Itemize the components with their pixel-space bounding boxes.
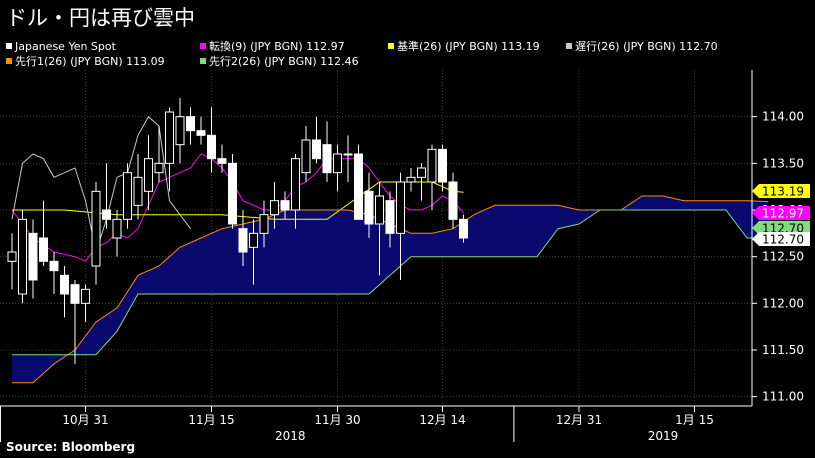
- last-value-tag-chikou: 112.70: [752, 232, 810, 247]
- candle-body: [60, 274, 69, 295]
- candle-body: [144, 158, 153, 192]
- candle-body: [154, 162, 164, 174]
- legend-swatch-kijun: [388, 43, 394, 49]
- candle-body: [291, 158, 300, 211]
- candle-body: [396, 181, 405, 234]
- x-tick-label: 1月 15: [675, 413, 714, 427]
- legend-label-senkou1: 先行1(26) (JPY BGN) 113.09: [15, 55, 165, 68]
- candle-body: [112, 218, 122, 239]
- legend-label-senkou2: 先行2(26) (JPY BGN) 112.46: [209, 55, 359, 68]
- candle-body: [406, 176, 416, 183]
- x-period-label: 2019: [648, 429, 679, 442]
- candle-body: [354, 153, 363, 220]
- y-tick-label: 112.50: [762, 250, 804, 264]
- candle-body: [81, 288, 90, 304]
- candle-body: [417, 167, 426, 178]
- legend-swatch-chikou: [566, 43, 572, 49]
- y-tick-label: 112.00: [762, 296, 804, 310]
- chart-title: ドル・円は再び雲中: [6, 6, 195, 30]
- y-tick-label: 111.00: [762, 390, 804, 404]
- legend-label-chikou: 遅行(26) (JPY BGN) 112.70: [575, 40, 718, 53]
- candle-body: [427, 148, 437, 183]
- candle-body: [217, 158, 227, 164]
- candle-body: [322, 144, 332, 174]
- candle-body: [39, 237, 48, 262]
- candle-body: [133, 176, 143, 206]
- candle-body: [459, 218, 468, 239]
- legend-item-tenkan: 転換(9) (JPY BGN) 112.97: [200, 40, 345, 53]
- legend-swatch-tenkan: [200, 43, 206, 49]
- ichimoku-chart: 111.00111.50112.00112.50113.00113.50114.…: [0, 70, 810, 442]
- candle-body: [375, 195, 384, 225]
- candle-body: [280, 200, 290, 211]
- candle-body: [207, 134, 216, 160]
- legend-item-spot: Japanese Yen Spot: [6, 40, 116, 53]
- legend-label-spot: Japanese Yen Spot: [15, 40, 116, 53]
- x-tick-label: 10月 31: [62, 413, 108, 427]
- source-credit: Source: Bloomberg: [6, 440, 136, 454]
- tag-value: 112.70: [762, 233, 804, 247]
- legend: Japanese Yen Spot 転換(9) (JPY BGN) 112.97…: [0, 40, 815, 70]
- last-value-tag-kijun: 113.19: [752, 184, 810, 199]
- candle-body: [49, 260, 59, 272]
- candle-body: [438, 148, 447, 183]
- candle-body: [91, 190, 101, 267]
- legend-item-senkou2: 先行2(26) (JPY BGN) 112.46: [200, 55, 359, 68]
- candle-body: [186, 116, 195, 132]
- x-period-label: 2018: [275, 429, 306, 442]
- y-tick-label: 111.50: [762, 343, 804, 357]
- candle-body: [70, 284, 80, 304]
- x-tick-label: 12月 14: [419, 413, 465, 427]
- candle-body: [228, 162, 237, 225]
- legend-item-senkou1: 先行1(26) (JPY BGN) 113.09: [6, 55, 165, 68]
- legend-item-kijun: 基準(26) (JPY BGN) 113.19: [388, 40, 540, 53]
- x-tick-label: 11月 30: [314, 413, 360, 427]
- candle-body: [259, 214, 269, 234]
- candle-body: [28, 232, 38, 281]
- legend-swatch-senkou2: [200, 58, 206, 64]
- candle-body: [333, 153, 342, 174]
- candle-body: [123, 172, 132, 220]
- legend-swatch-spot: [6, 43, 12, 49]
- candle-body: [448, 181, 458, 220]
- candle-body: [385, 200, 395, 234]
- candle-body: [165, 111, 174, 164]
- tag-value: 113.19: [762, 185, 804, 199]
- last-value-tags: 113.19112.97112.70112.70: [752, 184, 810, 247]
- legend-label-tenkan: 転換(9) (JPY BGN) 112.97: [209, 40, 345, 53]
- y-tick-label: 113.50: [762, 156, 804, 170]
- legend-item-chikou: 遅行(26) (JPY BGN) 112.70: [566, 40, 718, 53]
- candle-body: [312, 139, 321, 160]
- candle-body: [175, 116, 185, 146]
- candle-body: [18, 218, 27, 295]
- candle-body: [270, 200, 279, 216]
- series-line-chikou: [11, 115, 191, 254]
- candle-body: [196, 130, 206, 136]
- candle-body: [238, 228, 248, 253]
- x-tick-label: 12月 31: [556, 413, 602, 427]
- last-value-tag-tenkan: 112.97: [752, 206, 810, 221]
- x-tick-label: 11月 15: [188, 413, 234, 427]
- candle-body: [364, 190, 374, 225]
- legend-label-kijun: 基準(26) (JPY BGN) 113.19: [397, 40, 540, 53]
- candle-body: [343, 153, 353, 156]
- y-tick-label: 114.00: [762, 110, 804, 124]
- legend-swatch-senkou1: [6, 58, 12, 64]
- candle-body: [7, 251, 17, 262]
- tag-value: 112.97: [762, 207, 804, 221]
- candle-body: [249, 232, 258, 248]
- candle-body: [102, 209, 111, 220]
- candle-body: [301, 139, 311, 174]
